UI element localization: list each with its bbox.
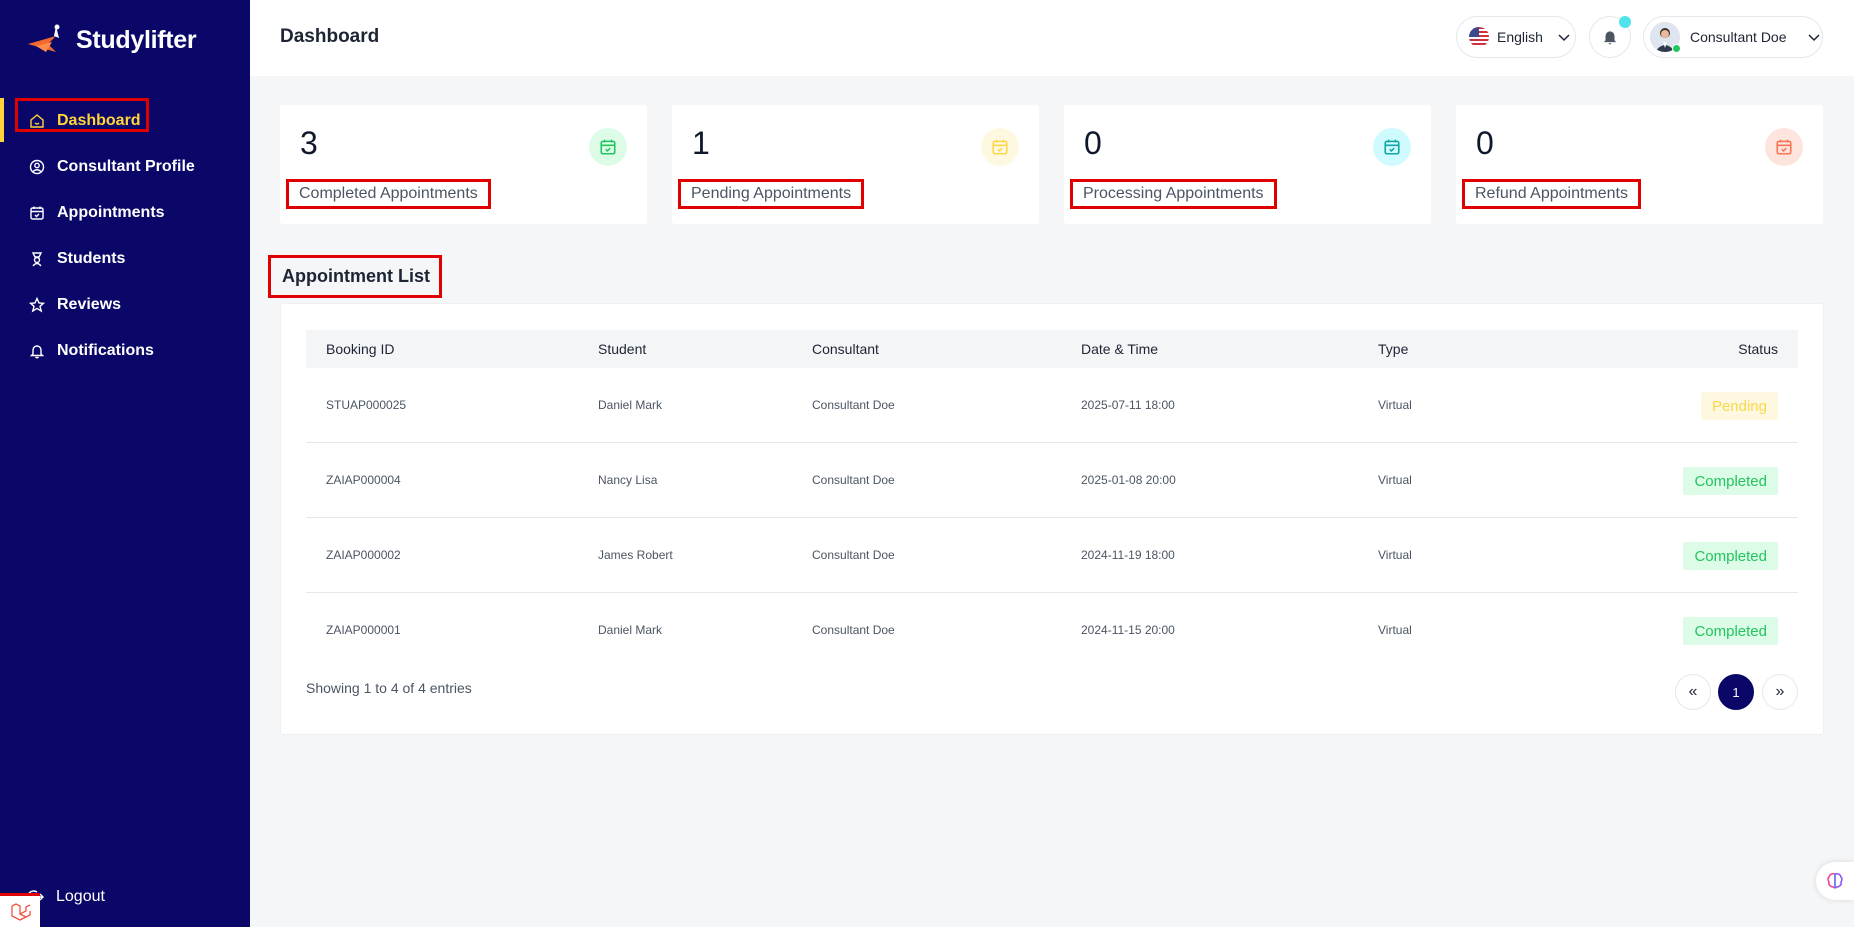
column-header-student: Student — [598, 341, 647, 357]
top-bar: Dashboard English Consultant Doe — [250, 0, 1854, 76]
sidebar-item-label: Appointments — [57, 204, 165, 221]
calendar-check-icon — [589, 128, 627, 166]
booking-id-cell: ZAIAP000001 — [326, 623, 401, 637]
stat-card-refund: 0 Refund Appointments — [1456, 105, 1823, 224]
sidebar: Studylifter Dashboard Consultant Profile… — [0, 0, 250, 927]
consultant-cell: Consultant Doe — [812, 473, 895, 487]
sidebar-nav: Dashboard Consultant Profile Appointment… — [0, 98, 250, 374]
appointment-list-title: Appointment List — [268, 255, 442, 298]
booking-id-cell: ZAIAP000004 — [326, 473, 401, 487]
stat-label: Processing Appointments — [1070, 179, 1277, 209]
sidebar-item-students[interactable]: Students — [0, 236, 250, 282]
home-icon — [30, 114, 44, 128]
student-icon — [31, 252, 43, 267]
sidebar-item-dashboard[interactable]: Dashboard — [0, 98, 250, 144]
us-flag-icon — [1469, 27, 1489, 47]
consultant-cell: Consultant Doe — [812, 548, 895, 562]
column-header-date-time: Date & Time — [1081, 341, 1159, 357]
booking-id-cell: STUAP000025 — [326, 398, 407, 412]
table-row[interactable]: ZAIAP000002 James Robert Consultant Doe … — [306, 518, 1798, 593]
calendar-check-icon — [1765, 128, 1803, 166]
datetime-cell: 2024-11-19 18:00 — [1081, 548, 1175, 562]
sidebar-item-label: Dashboard — [57, 112, 141, 129]
user-name: Consultant Doe — [1690, 29, 1787, 45]
status-badge: Completed — [1683, 542, 1778, 570]
student-cell: James Robert — [598, 548, 673, 562]
user-menu[interactable]: Consultant Doe — [1643, 16, 1823, 58]
pagination-prev-button[interactable]: « — [1675, 674, 1711, 710]
pagination-next-button[interactable]: » — [1762, 674, 1798, 710]
bell-icon — [29, 345, 45, 359]
appointment-table: Booking ID Student Consultant Date & Tim… — [280, 303, 1824, 735]
column-header-consultant: Consultant — [812, 341, 879, 357]
chevron-down-icon — [1807, 34, 1820, 42]
stat-label: Refund Appointments — [1462, 179, 1641, 209]
datetime-cell: 2025-01-08 20:00 — [1081, 473, 1176, 487]
consultant-cell: Consultant Doe — [812, 398, 895, 412]
column-header-booking-id: Booking ID — [326, 341, 395, 357]
chevron-down-icon — [1558, 34, 1570, 42]
logout-label: Logout — [56, 888, 105, 905]
datetime-cell: 2024-11-15 20:00 — [1081, 623, 1175, 637]
stat-card-completed: 3 Completed Appointments — [280, 105, 647, 224]
stat-value: 3 — [300, 125, 318, 161]
entries-info: Showing 1 to 4 of 4 entries — [306, 680, 472, 696]
stat-label: Completed Appointments — [286, 179, 491, 209]
user-circle-icon — [29, 159, 45, 175]
brain-assistant-icon[interactable] — [1816, 862, 1854, 900]
column-header-status: Status — [1738, 341, 1778, 357]
sidebar-item-label: Consultant Profile — [57, 158, 195, 175]
type-cell: Virtual — [1378, 548, 1412, 562]
pagination-page-button[interactable]: 1 — [1718, 674, 1754, 710]
brand[interactable]: Studylifter — [26, 22, 197, 58]
sidebar-item-label: Notifications — [57, 342, 154, 359]
calendar-check-icon — [981, 128, 1019, 166]
table-row[interactable]: ZAIAP000004 Nancy Lisa Consultant Doe 20… — [306, 443, 1798, 518]
student-cell: Daniel Mark — [598, 623, 663, 637]
booking-id-cell: ZAIAP000002 — [326, 548, 401, 562]
studylifter-logo-icon — [28, 24, 60, 52]
status-badge: Pending — [1700, 392, 1778, 420]
sidebar-item-consultant-profile[interactable]: Consultant Profile — [0, 144, 250, 190]
datetime-cell: 2025-07-11 18:00 — [1081, 398, 1175, 412]
language-selector[interactable]: English — [1456, 16, 1576, 58]
type-cell: Virtual — [1378, 473, 1412, 487]
laravel-debug-icon[interactable] — [0, 893, 40, 927]
notification-dot — [1619, 16, 1631, 28]
table-row[interactable]: ZAIAP000001 Daniel Mark Consultant Doe 2… — [306, 593, 1798, 668]
column-header-type: Type — [1378, 341, 1409, 357]
status-badge: Completed — [1683, 467, 1778, 495]
consultant-cell: Consultant Doe — [812, 623, 895, 637]
sidebar-item-reviews[interactable]: Reviews — [0, 282, 250, 328]
stat-card-processing: 0 Processing Appointments — [1064, 105, 1431, 224]
table-row[interactable]: STUAP000025 Daniel Mark Consultant Doe 2… — [306, 368, 1798, 443]
stat-value: 0 — [1476, 125, 1494, 161]
stat-value: 1 — [692, 125, 710, 161]
page-title: Dashboard — [280, 26, 380, 47]
sidebar-item-appointments[interactable]: Appointments — [0, 190, 250, 236]
calendar-check-icon — [1373, 128, 1411, 166]
table-header: Booking ID Student Consultant Date & Tim… — [306, 330, 1798, 368]
stat-card-pending: 1 Pending Appointments — [672, 105, 1039, 224]
sidebar-item-label: Students — [57, 250, 126, 267]
stat-value: 0 — [1084, 125, 1102, 161]
sidebar-item-label: Reviews — [57, 296, 122, 313]
language-label: English — [1497, 29, 1543, 45]
sidebar-item-notifications[interactable]: Notifications — [0, 328, 250, 374]
calendar-icon — [30, 206, 44, 220]
stat-label: Pending Appointments — [678, 179, 865, 209]
brand-name: Studylifter — [76, 25, 197, 54]
bell-icon — [1603, 31, 1617, 45]
star-icon — [29, 297, 45, 313]
student-cell: Daniel Mark — [598, 398, 663, 412]
type-cell: Virtual — [1378, 398, 1412, 412]
status-badge: Completed — [1683, 617, 1778, 645]
online-status-dot — [1672, 44, 1681, 53]
type-cell: Virtual — [1378, 623, 1412, 637]
student-cell: Nancy Lisa — [598, 473, 658, 487]
